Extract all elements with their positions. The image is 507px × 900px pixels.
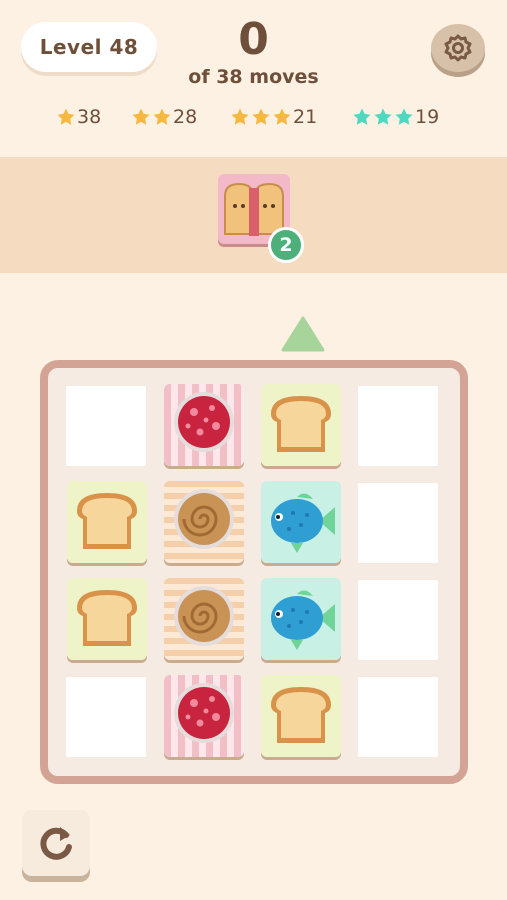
empty-cell[interactable] — [358, 483, 438, 563]
star-icon — [374, 108, 392, 125]
star-goal-2: 28 — [131, 104, 197, 130]
bread-tile[interactable] — [261, 675, 341, 757]
empty-cell[interactable] — [66, 386, 146, 466]
bread-icon — [67, 578, 147, 660]
moves-counter: 0 — [238, 14, 269, 65]
game-board — [40, 360, 468, 784]
fish-icon — [261, 481, 341, 563]
peanut-butter-icon — [164, 578, 244, 660]
star-icon — [395, 108, 413, 125]
peanut-butter-tile[interactable] — [164, 578, 244, 660]
star-icon — [57, 108, 75, 125]
salami-tile[interactable] — [164, 675, 244, 757]
empty-cell[interactable] — [358, 580, 438, 660]
peanut-butter-tile[interactable] — [164, 481, 244, 563]
star-icon — [353, 108, 371, 125]
star-goal-4: 19 — [352, 104, 439, 130]
star-icon — [132, 108, 150, 125]
fish-tile[interactable] — [261, 578, 341, 660]
fish-icon — [261, 578, 341, 660]
moves-limit-label: of 38 moves — [188, 66, 319, 88]
bread-tile[interactable] — [67, 578, 147, 660]
bread-icon — [261, 384, 341, 466]
star-goal-value: 21 — [293, 106, 318, 128]
empty-cell[interactable] — [358, 386, 438, 466]
bread-tile[interactable] — [67, 481, 147, 563]
star-goal-1: 38 — [56, 104, 101, 130]
up-arrow-icon — [281, 316, 325, 352]
salami-tile[interactable] — [164, 384, 244, 466]
settings-button[interactable] — [431, 24, 485, 72]
star-thresholds: 38 28 21 19 — [0, 104, 507, 130]
bread-icon — [67, 481, 147, 563]
salami-icon — [164, 675, 244, 757]
undo-button[interactable] — [22, 810, 90, 876]
peanut-butter-icon — [164, 481, 244, 563]
star-icon — [252, 108, 270, 125]
star-goal-value: 38 — [77, 106, 102, 128]
star-goal-value: 28 — [173, 106, 198, 128]
star-goal-3: 21 — [230, 104, 317, 130]
bread-tile[interactable] — [261, 384, 341, 466]
goal-remaining-badge: 2 — [268, 227, 304, 263]
fish-tile[interactable] — [261, 481, 341, 563]
empty-cell[interactable] — [66, 677, 146, 757]
empty-cell[interactable] — [358, 677, 438, 757]
star-goal-value: 19 — [415, 106, 440, 128]
star-icon — [273, 108, 291, 125]
star-icon — [153, 108, 171, 125]
undo-icon — [40, 827, 72, 860]
salami-icon — [164, 384, 244, 466]
star-icon — [231, 108, 249, 125]
gear-icon — [444, 34, 472, 62]
bread-icon — [261, 675, 341, 757]
